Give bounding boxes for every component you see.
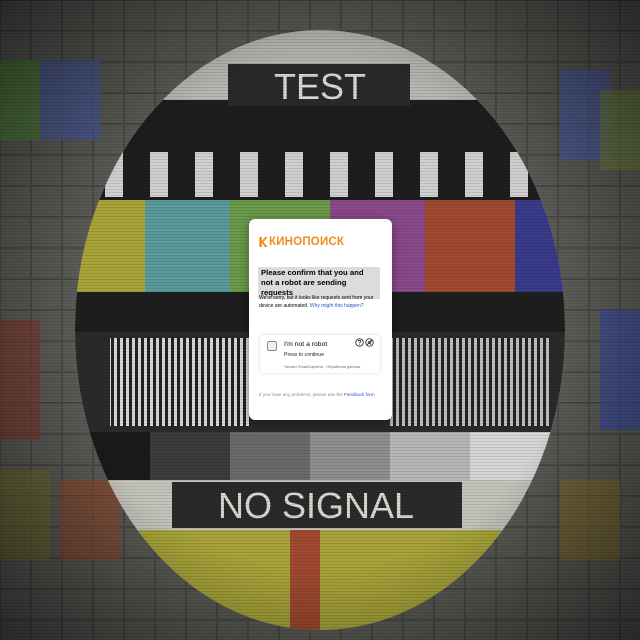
smartcaptcha-widget[interactable]: I'm not a robot Press to continue Yandex…: [260, 335, 380, 373]
feedback-link[interactable]: Feedback form: [344, 392, 375, 397]
widget-footer: Yandex SmartCaptcha · Обработка данных: [284, 364, 361, 369]
feedback-prefix: If you have any problems, please use the: [259, 392, 343, 397]
description: We're sorry, but it looks like requests …: [259, 294, 383, 310]
widget-icons: [355, 338, 374, 347]
captcha-card: КИНОПОИСК Please confirm that you and no…: [249, 219, 392, 420]
feedback-note: If you have any problems, please use the…: [259, 391, 379, 399]
kinopoisk-logo[interactable]: КИНОПОИСК: [259, 235, 344, 249]
not-robot-checkbox[interactable]: [267, 341, 277, 351]
logo-text: КИНОПОИСК: [269, 236, 345, 248]
test-label: TEST: [274, 66, 366, 107]
widget-title: I'm not a robot: [284, 341, 328, 348]
widget-subtitle: Press to continue: [284, 352, 325, 358]
help-icon[interactable]: [355, 338, 364, 347]
audio-icon[interactable]: [365, 338, 374, 347]
why-link[interactable]: Why might this happen?: [310, 303, 364, 309]
no-signal-label: NO SIGNAL: [218, 485, 414, 526]
kinopoisk-logo-icon: [259, 237, 268, 247]
